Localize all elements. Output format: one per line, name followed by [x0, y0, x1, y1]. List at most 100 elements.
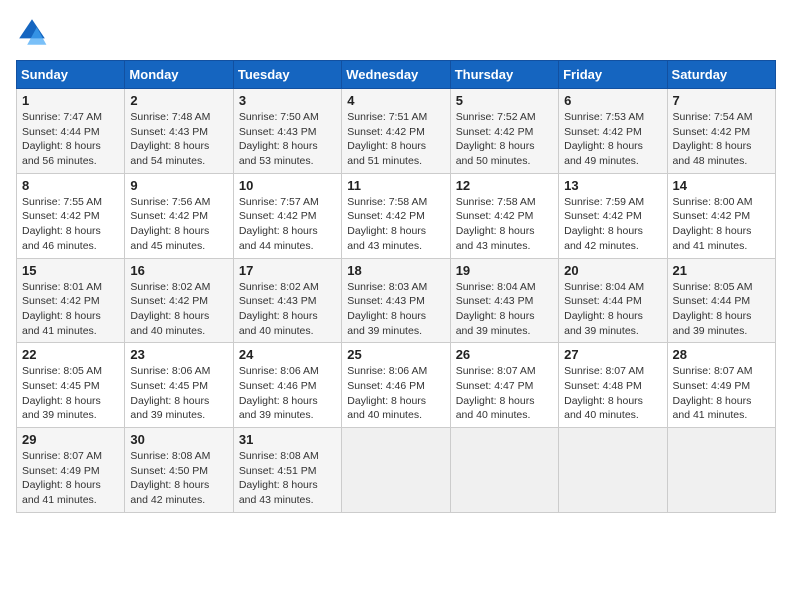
day-number: 12 [456, 178, 553, 193]
day-number: 28 [673, 347, 770, 362]
day-info: Sunrise: 8:03 AM Sunset: 4:43 PM Dayligh… [347, 280, 444, 339]
day-info: Sunrise: 8:06 AM Sunset: 4:46 PM Dayligh… [239, 364, 336, 423]
header-sunday: Sunday [17, 61, 125, 89]
day-info: Sunrise: 8:08 AM Sunset: 4:51 PM Dayligh… [239, 449, 336, 508]
calendar-cell [450, 428, 558, 513]
page-header [16, 16, 776, 48]
calendar-cell [667, 428, 775, 513]
day-info: Sunrise: 8:07 AM Sunset: 4:47 PM Dayligh… [456, 364, 553, 423]
header-saturday: Saturday [667, 61, 775, 89]
calendar-week-row: 1 Sunrise: 7:47 AM Sunset: 4:44 PM Daylig… [17, 89, 776, 174]
day-number: 18 [347, 263, 444, 278]
day-info: Sunrise: 8:02 AM Sunset: 4:42 PM Dayligh… [130, 280, 227, 339]
calendar-cell: 10 Sunrise: 7:57 AM Sunset: 4:42 PM Dayli… [233, 173, 341, 258]
day-number: 16 [130, 263, 227, 278]
calendar-cell: 28 Sunrise: 8:07 AM Sunset: 4:49 PM Dayli… [667, 343, 775, 428]
day-info: Sunrise: 7:59 AM Sunset: 4:42 PM Dayligh… [564, 195, 661, 254]
day-number: 23 [130, 347, 227, 362]
day-number: 11 [347, 178, 444, 193]
day-number: 17 [239, 263, 336, 278]
day-info: Sunrise: 7:48 AM Sunset: 4:43 PM Dayligh… [130, 110, 227, 169]
day-number: 30 [130, 432, 227, 447]
day-number: 5 [456, 93, 553, 108]
day-info: Sunrise: 7:55 AM Sunset: 4:42 PM Dayligh… [22, 195, 119, 254]
day-info: Sunrise: 7:47 AM Sunset: 4:44 PM Dayligh… [22, 110, 119, 169]
day-info: Sunrise: 8:05 AM Sunset: 4:44 PM Dayligh… [673, 280, 770, 339]
day-info: Sunrise: 7:51 AM Sunset: 4:42 PM Dayligh… [347, 110, 444, 169]
calendar-cell: 23 Sunrise: 8:06 AM Sunset: 4:45 PM Dayli… [125, 343, 233, 428]
day-number: 31 [239, 432, 336, 447]
day-info: Sunrise: 8:07 AM Sunset: 4:48 PM Dayligh… [564, 364, 661, 423]
day-info: Sunrise: 7:58 AM Sunset: 4:42 PM Dayligh… [456, 195, 553, 254]
calendar-cell: 7Sunrise: 7:54 AM Sunset: 4:42 PM Daylig… [667, 89, 775, 174]
calendar-cell [559, 428, 667, 513]
day-number: 6 [564, 93, 661, 108]
day-info: Sunrise: 8:02 AM Sunset: 4:43 PM Dayligh… [239, 280, 336, 339]
calendar-cell: 3 Sunrise: 7:50 AM Sunset: 4:43 PM Daylig… [233, 89, 341, 174]
header-friday: Friday [559, 61, 667, 89]
calendar-week-row: 15 Sunrise: 8:01 AM Sunset: 4:42 PM Dayli… [17, 258, 776, 343]
day-number: 15 [22, 263, 119, 278]
header-tuesday: Tuesday [233, 61, 341, 89]
day-info: Sunrise: 8:06 AM Sunset: 4:46 PM Dayligh… [347, 364, 444, 423]
calendar-cell: 25 Sunrise: 8:06 AM Sunset: 4:46 PM Dayli… [342, 343, 450, 428]
day-info: Sunrise: 7:52 AM Sunset: 4:42 PM Dayligh… [456, 110, 553, 169]
calendar-week-row: 8 Sunrise: 7:55 AM Sunset: 4:42 PM Daylig… [17, 173, 776, 258]
day-info: Sunrise: 7:58 AM Sunset: 4:42 PM Dayligh… [347, 195, 444, 254]
day-number: 19 [456, 263, 553, 278]
day-number: 22 [22, 347, 119, 362]
calendar-cell: 6Sunrise: 7:53 AM Sunset: 4:42 PM Daylig… [559, 89, 667, 174]
calendar-cell: 13Sunrise: 7:59 AM Sunset: 4:42 PM Dayli… [559, 173, 667, 258]
calendar-cell: 22Sunrise: 8:05 AM Sunset: 4:45 PM Dayli… [17, 343, 125, 428]
calendar-cell [342, 428, 450, 513]
day-number: 21 [673, 263, 770, 278]
day-number: 2 [130, 93, 227, 108]
calendar-cell: 5 Sunrise: 7:52 AM Sunset: 4:42 PM Daylig… [450, 89, 558, 174]
calendar-cell: 15 Sunrise: 8:01 AM Sunset: 4:42 PM Dayli… [17, 258, 125, 343]
day-info: Sunrise: 8:06 AM Sunset: 4:45 PM Dayligh… [130, 364, 227, 423]
day-info: Sunrise: 8:04 AM Sunset: 4:43 PM Dayligh… [456, 280, 553, 339]
day-number: 4 [347, 93, 444, 108]
calendar-cell: 11 Sunrise: 7:58 AM Sunset: 4:42 PM Dayli… [342, 173, 450, 258]
logo [16, 16, 52, 48]
day-number: 25 [347, 347, 444, 362]
day-info: Sunrise: 8:01 AM Sunset: 4:42 PM Dayligh… [22, 280, 119, 339]
calendar-cell: 19 Sunrise: 8:04 AM Sunset: 4:43 PM Dayli… [450, 258, 558, 343]
calendar-cell: 27 Sunrise: 8:07 AM Sunset: 4:48 PM Dayli… [559, 343, 667, 428]
calendar-week-row: 22Sunrise: 8:05 AM Sunset: 4:45 PM Dayli… [17, 343, 776, 428]
day-info: Sunrise: 7:57 AM Sunset: 4:42 PM Dayligh… [239, 195, 336, 254]
calendar-cell: 2 Sunrise: 7:48 AM Sunset: 4:43 PM Daylig… [125, 89, 233, 174]
day-number: 10 [239, 178, 336, 193]
calendar-cell: 18 Sunrise: 8:03 AM Sunset: 4:43 PM Dayli… [342, 258, 450, 343]
day-number: 20 [564, 263, 661, 278]
calendar-cell: 17 Sunrise: 8:02 AM Sunset: 4:43 PM Dayli… [233, 258, 341, 343]
day-number: 26 [456, 347, 553, 362]
day-info: Sunrise: 8:00 AM Sunset: 4:42 PM Dayligh… [673, 195, 770, 254]
day-number: 1 [22, 93, 119, 108]
calendar-cell: 9 Sunrise: 7:56 AM Sunset: 4:42 PM Daylig… [125, 173, 233, 258]
calendar-cell: 20 Sunrise: 8:04 AM Sunset: 4:44 PM Dayli… [559, 258, 667, 343]
day-number: 27 [564, 347, 661, 362]
day-info: Sunrise: 7:50 AM Sunset: 4:43 PM Dayligh… [239, 110, 336, 169]
day-info: Sunrise: 8:04 AM Sunset: 4:44 PM Dayligh… [564, 280, 661, 339]
calendar-table: Sunday Monday Tuesday Wednesday Thursday… [16, 60, 776, 513]
calendar-cell: 21 Sunrise: 8:05 AM Sunset: 4:44 PM Dayli… [667, 258, 775, 343]
calendar-cell: 14 Sunrise: 8:00 AM Sunset: 4:42 PM Dayli… [667, 173, 775, 258]
day-info: Sunrise: 7:54 AM Sunset: 4:42 PM Dayligh… [673, 110, 770, 169]
calendar-cell: 12 Sunrise: 7:58 AM Sunset: 4:42 PM Dayli… [450, 173, 558, 258]
day-number: 3 [239, 93, 336, 108]
day-info: Sunrise: 8:07 AM Sunset: 4:49 PM Dayligh… [673, 364, 770, 423]
day-info: Sunrise: 7:56 AM Sunset: 4:42 PM Dayligh… [130, 195, 227, 254]
calendar-cell: 30Sunrise: 8:08 AM Sunset: 4:50 PM Dayli… [125, 428, 233, 513]
calendar-cell: 16 Sunrise: 8:02 AM Sunset: 4:42 PM Dayli… [125, 258, 233, 343]
calendar-cell: 31 Sunrise: 8:08 AM Sunset: 4:51 PM Dayli… [233, 428, 341, 513]
day-number: 8 [22, 178, 119, 193]
day-number: 14 [673, 178, 770, 193]
calendar-week-row: 29Sunrise: 8:07 AM Sunset: 4:49 PM Dayli… [17, 428, 776, 513]
calendar-cell: 4 Sunrise: 7:51 AM Sunset: 4:42 PM Daylig… [342, 89, 450, 174]
calendar-cell: 26 Sunrise: 8:07 AM Sunset: 4:47 PM Dayli… [450, 343, 558, 428]
logo-icon [16, 16, 48, 48]
day-number: 29 [22, 432, 119, 447]
header-monday: Monday [125, 61, 233, 89]
day-number: 9 [130, 178, 227, 193]
